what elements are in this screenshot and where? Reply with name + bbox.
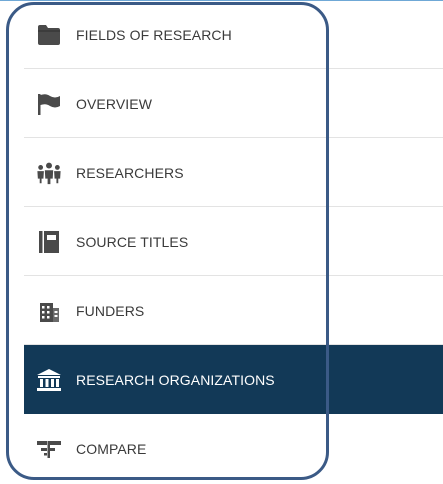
book-icon [36, 229, 62, 255]
side-menu: FIELDS OF RESEARCH OVERVIEW RESEARCHERS [24, 0, 443, 484]
people-group-icon [36, 160, 62, 186]
menu-item-source-titles[interactable]: SOURCE TITLES [24, 207, 443, 276]
menu-item-fields-of-research[interactable]: FIELDS OF RESEARCH [24, 0, 443, 69]
menu-item-compare[interactable]: COMPARE [24, 414, 443, 483]
menu-item-funders[interactable]: FUNDERS [24, 276, 443, 345]
menu-item-researchers[interactable]: RESEARCHERS [24, 138, 443, 207]
menu-item-overview[interactable]: OVERVIEW [24, 69, 443, 138]
menu-item-label: RESEARCH ORGANIZATIONS [76, 371, 275, 388]
menu-item-label: COMPARE [76, 440, 147, 457]
menu-item-label: SOURCE TITLES [76, 233, 189, 250]
menu-item-label: RESEARCHERS [76, 164, 184, 181]
menu-item-label: FIELDS OF RESEARCH [76, 26, 232, 43]
menu-item-label: FUNDERS [76, 302, 145, 319]
menu-item-research-organizations[interactable]: RESEARCH ORGANIZATIONS [24, 345, 443, 414]
folder-icon [36, 22, 62, 48]
compare-icon [36, 436, 62, 462]
menu-item-label: OVERVIEW [76, 95, 153, 112]
institution-icon [36, 367, 62, 393]
building-icon [36, 298, 62, 324]
flag-icon [36, 91, 62, 117]
